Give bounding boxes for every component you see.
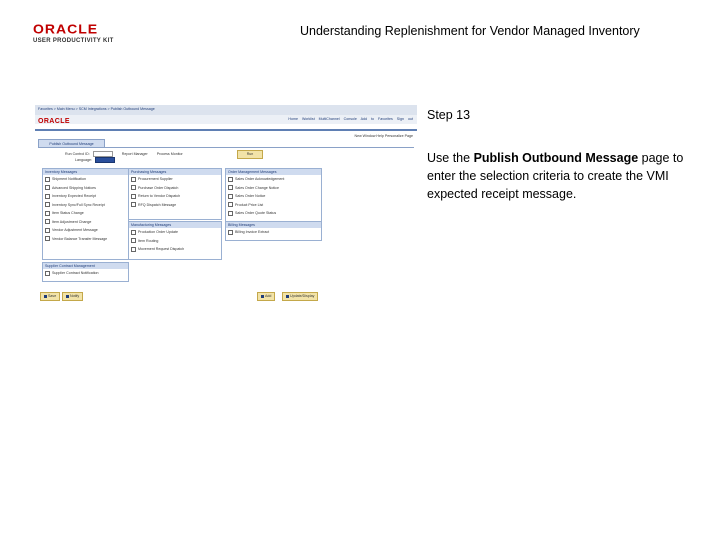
add-icon <box>261 294 264 298</box>
screenshot-nav-links: Home Worklist MultiChannel Console Add t… <box>288 117 413 121</box>
checkbox-icon <box>131 229 136 235</box>
screenshot-tab-line <box>38 147 414 148</box>
checkbox-icon <box>228 176 233 182</box>
checkbox-icon <box>45 176 50 182</box>
screenshot-divider <box>35 129 417 131</box>
list-item: Purchase Order Dispatch <box>129 184 221 193</box>
language-select <box>95 157 115 163</box>
purchasing-messages-box: Purchasing Messages Procurement Supplier… <box>128 168 222 220</box>
list-item: Sales Order Quote Status <box>226 209 321 218</box>
checkbox-icon <box>45 270 50 276</box>
save-button: Save <box>40 292 61 301</box>
checkbox-icon <box>45 236 50 242</box>
screenshot-nav-bar: Home Worklist MultiChannel Console Add t… <box>35 115 417 124</box>
list-item: RFQ Dispatch Message <box>129 201 221 210</box>
inventory-messages-box: Inventory Messages Shipment Notification… <box>42 168 129 260</box>
list-item: Item Status Change <box>43 209 128 218</box>
update-display-button: Update/Display <box>282 292 319 301</box>
checkbox-icon <box>228 229 233 235</box>
list-item: Shipment Notification <box>43 175 128 184</box>
embedded-screenshot: Favorites > Main Menu > SCM Integrations… <box>35 105 417 305</box>
list-item: Sales Order Change Notice <box>226 184 321 193</box>
oracle-logo-text: ORACLE <box>33 21 99 37</box>
update-display-icon <box>286 294 289 298</box>
upk-logo: ORACLE USER PRODUCTIVITY KIT <box>33 22 125 45</box>
list-item: Sales Order Acknowledgement <box>226 175 321 184</box>
checkbox-icon <box>45 210 50 216</box>
list-item: Supplier Contract Notification <box>43 269 128 278</box>
checkbox-icon <box>131 193 136 199</box>
instruction-prefix: Use the <box>427 151 474 165</box>
checkbox-icon <box>228 210 233 216</box>
checkbox-icon <box>45 193 50 199</box>
list-item: Inventory Sync/Full Sync Receipt <box>43 201 128 210</box>
checkbox-icon <box>228 185 233 191</box>
order-management-messages-box: Order Management Messages Sales Order Ac… <box>225 168 322 225</box>
checkbox-icon <box>131 185 136 191</box>
billing-messages-box: Billing Messages Billing Invoice Extract <box>225 221 322 241</box>
save-icon <box>44 294 47 298</box>
supplier-contract-box: Supplier Contract Management Supplier Co… <box>42 262 129 282</box>
instruction-page-name: Publish Outbound Message <box>473 151 639 165</box>
screenshot-oracle-logo: ORACLE <box>38 118 70 125</box>
step-label: Step 13 <box>427 108 471 122</box>
instruction-text: Use the Publish Outbound Message page to… <box>427 149 697 203</box>
checkbox-icon <box>131 246 136 252</box>
list-item: Billing Invoice Extract <box>226 228 321 237</box>
checkbox-icon <box>131 202 136 208</box>
list-item: Vendor Balance Transfer Message <box>43 235 128 244</box>
screenshot-run-control-row: Run Control ID: Report Manager Process M… <box>65 151 183 163</box>
notify-button: Notify <box>62 292 84 301</box>
checkbox-icon <box>45 185 50 191</box>
list-item: Procurement Supplier <box>129 175 221 184</box>
checkbox-icon <box>228 193 233 199</box>
list-item: Production Order Update <box>129 228 221 237</box>
add-button: Add <box>257 292 276 301</box>
list-item: Item Routing <box>129 237 221 246</box>
document-title: Understanding Replenishment for Vendor M… <box>300 24 640 38</box>
list-item: Product Price List <box>226 201 321 210</box>
checkbox-icon <box>228 202 233 208</box>
run-control-label: Run Control ID: <box>65 151 90 156</box>
list-item: Advanced Shipping Notices <box>43 184 128 193</box>
checkbox-icon <box>45 202 50 208</box>
list-item: Return to Vendor Dispatch <box>129 192 221 201</box>
notify-icon <box>66 294 69 298</box>
process-monitor-link: Process Monitor <box>156 151 183 156</box>
screenshot-breadcrumb: Favorites > Main Menu > SCM Integrations… <box>38 107 155 111</box>
list-item: Movement Request Dispatch <box>129 245 221 254</box>
report-manager-link: Report Manager <box>121 151 148 156</box>
screenshot-top-bar: Favorites > Main Menu > SCM Integrations… <box>35 105 417 115</box>
language-label: Language: <box>75 157 92 162</box>
screenshot-util-links: New Window Help Personalize Page <box>354 134 413 138</box>
upk-logo-text: USER PRODUCTIVITY KIT <box>33 38 114 44</box>
checkbox-icon <box>45 219 50 225</box>
list-item: Item Adjustment Change <box>43 218 128 227</box>
list-item: Sales Order Notice <box>226 192 321 201</box>
checkbox-icon <box>131 176 136 182</box>
manufacturing-messages-box: Manufacturing Messages Production Order … <box>128 221 222 260</box>
screenshot-run-button: Run <box>237 150 263 159</box>
checkbox-icon <box>45 227 50 233</box>
list-item: Vendor Adjustment Message <box>43 226 128 235</box>
checkbox-icon <box>131 238 136 244</box>
list-item: Inventory Expected Receipt <box>43 192 128 201</box>
